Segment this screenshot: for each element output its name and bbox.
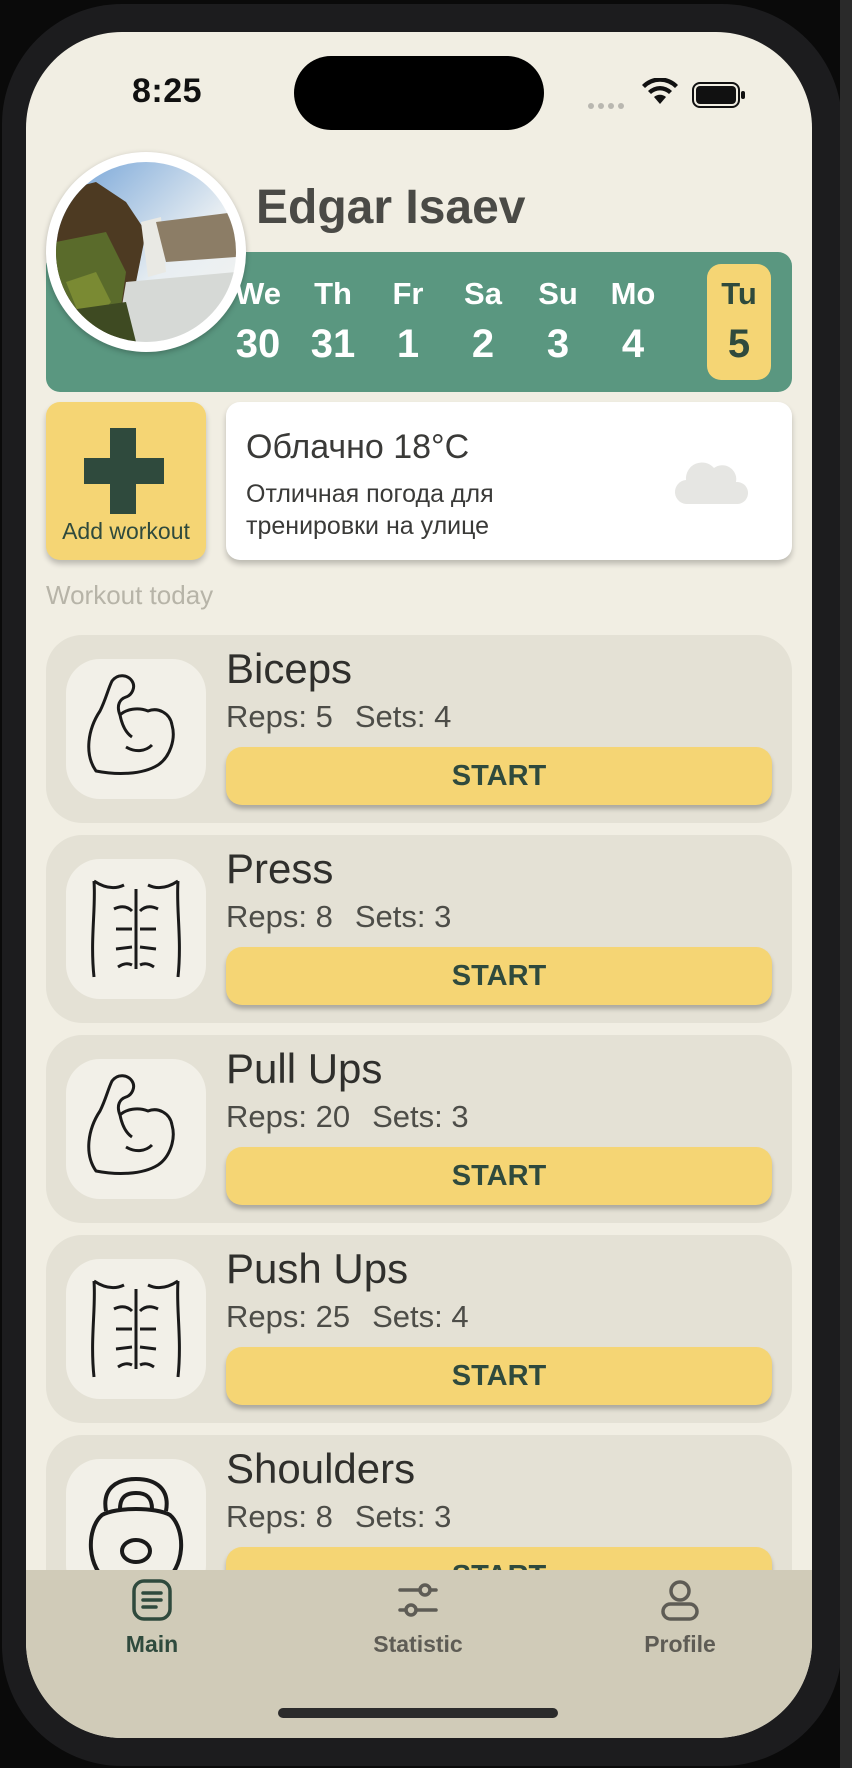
workout-sets: Sets: 3 — [372, 1099, 469, 1134]
avatar-photo — [56, 162, 236, 342]
tab-main[interactable]: Main — [62, 1578, 242, 1658]
workout-name: Push Ups — [226, 1245, 409, 1292]
weather-description: Отличная погода для тренировки на улице — [246, 480, 494, 540]
day-date: 31 — [310, 322, 356, 366]
phone-frame: 8:25 Edgar Isaev We 30 Th 31 Fr 1 Sa 2 S… — [0, 0, 852, 1768]
section-title: Workout today — [46, 580, 214, 610]
workout-reps: Reps: 8 — [226, 1499, 333, 1534]
weather-card: Облачно 18°C Отличная погода для трениро… — [226, 402, 792, 560]
avatar[interactable] — [46, 152, 246, 352]
workout-reps: Reps: 5 — [226, 699, 333, 734]
workout-reps: Reps: 25 — [226, 1299, 351, 1334]
tab-label: Main — [125, 1631, 179, 1657]
weather-title: Облачно 18°C — [246, 428, 470, 466]
tab-statistic[interactable]: Statistic — [328, 1578, 508, 1658]
bicep-icon — [87, 1074, 175, 1175]
day-name: Mo — [610, 276, 656, 311]
add-workout-label: Add workout — [62, 518, 190, 544]
document-list-icon — [132, 1579, 172, 1621]
cloud-icon — [674, 462, 749, 505]
workout-card: Press Reps: 8 Sets: 3 START — [46, 835, 792, 1023]
start-button[interactable]: START — [226, 1147, 772, 1205]
day-name: Tu — [721, 276, 757, 311]
day-name: We — [235, 276, 281, 311]
workout-name: Shoulders — [226, 1445, 416, 1492]
day-date: 4 — [621, 322, 645, 366]
workout-name: Press — [226, 845, 334, 892]
abs-icon — [91, 1279, 181, 1378]
wifi-icon — [642, 78, 678, 104]
calendar-day-fr[interactable]: Fr 1 — [376, 264, 440, 380]
user-name: Edgar Isaev — [256, 181, 526, 234]
workout-sets: Sets: 3 — [354, 1499, 452, 1534]
day-date: 5 — [727, 322, 751, 366]
workout-reps: Reps: 20 — [226, 1099, 351, 1134]
start-button[interactable]: START — [226, 947, 772, 1005]
workout-meta: Reps: 8 Sets: 3 — [226, 1499, 473, 1535]
workout-name: Biceps — [226, 645, 353, 692]
workout-reps: Reps: 8 — [226, 899, 333, 934]
day-date: 3 — [546, 322, 570, 366]
workout-sets: Sets: 4 — [372, 1299, 469, 1334]
workout-sets: Sets: 3 — [354, 899, 452, 934]
day-date: 1 — [396, 322, 420, 366]
calendar-day-mo[interactable]: Mo 4 — [601, 264, 665, 380]
day-name: Th — [314, 276, 352, 311]
day-name: Su — [538, 276, 578, 311]
day-date: 2 — [471, 322, 495, 366]
calendar-day-su[interactable]: Su 3 — [526, 264, 590, 380]
day-date: 30 — [235, 322, 281, 366]
workout-thumbnail — [66, 659, 206, 799]
day-name: Sa — [464, 276, 502, 311]
workout-name: Pull Ups — [226, 1045, 383, 1092]
dynamic-island — [294, 56, 544, 130]
workout-thumbnail — [66, 859, 206, 999]
app-screen: 8:25 Edgar Isaev We 30 Th 31 Fr 1 Sa 2 S… — [26, 32, 812, 1738]
calendar-day-sa[interactable]: Sa 2 — [451, 264, 515, 380]
start-button[interactable]: START — [226, 1347, 772, 1405]
workout-sets: Sets: 4 — [354, 699, 452, 734]
start-button[interactable]: START — [226, 747, 772, 805]
workout-meta: Reps: 5 Sets: 4 — [226, 699, 473, 735]
workout-card: Pull Ups Reps: 20 Sets: 3 START — [46, 1035, 792, 1223]
add-workout-button[interactable]: Add workout — [46, 402, 206, 560]
workout-thumbnail — [66, 1059, 206, 1199]
workout-card: Biceps Reps: 5 Sets: 4 START — [46, 635, 792, 823]
workout-meta: Reps: 25 Sets: 4 — [226, 1299, 491, 1335]
workout-card: Push Ups Reps: 25 Sets: 4 START — [46, 1235, 792, 1423]
person-icon — [661, 1580, 699, 1621]
calendar-day-tu-selected[interactable]: Tu 5 — [707, 264, 771, 380]
abs-icon — [91, 879, 181, 978]
calendar-day-th[interactable]: Th 31 — [301, 264, 365, 380]
day-name: Fr — [392, 276, 424, 311]
calendar-day-we[interactable]: We 30 — [226, 264, 290, 380]
workout-meta: Reps: 20 Sets: 3 — [226, 1099, 491, 1135]
tab-label: Statistic — [373, 1631, 463, 1657]
tab-profile[interactable]: Profile — [590, 1578, 770, 1658]
waterfall-photo — [56, 162, 236, 342]
background-strip — [840, 0, 852, 1768]
home-indicator[interactable] — [278, 1708, 558, 1718]
workout-thumbnail — [66, 1259, 206, 1399]
sliders-icon — [398, 1583, 438, 1617]
status-time: 8:25 — [132, 72, 203, 110]
tab-label: Profile — [644, 1631, 716, 1657]
workout-meta: Reps: 8 Sets: 3 — [226, 899, 473, 935]
signal-dots-icon — [588, 96, 628, 109]
battery-icon — [692, 82, 745, 108]
bicep-icon — [87, 674, 175, 775]
